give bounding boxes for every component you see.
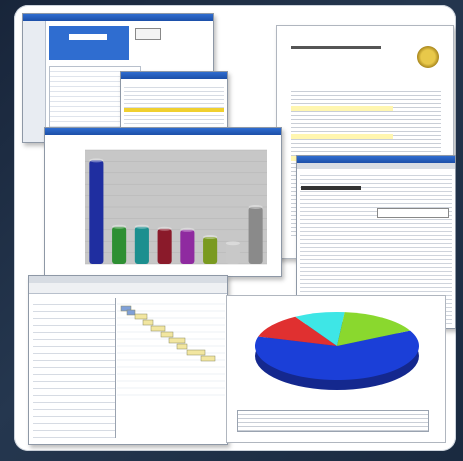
bar-chart — [85, 149, 267, 265]
bar-chart-window[interactable] — [44, 127, 282, 277]
bar-cap — [134, 224, 149, 229]
gantt-chart — [117, 303, 225, 396]
collage-card — [14, 5, 456, 451]
gantt-titlebar[interactable] — [29, 276, 227, 283]
bar-cap — [157, 226, 172, 231]
gantt-task-list — [33, 298, 116, 438]
report-heading — [291, 46, 381, 49]
gantt-window[interactable] — [28, 275, 228, 445]
gantt-bar — [160, 331, 174, 338]
bar — [157, 228, 172, 264]
gantt-bar — [186, 349, 206, 356]
gantt-bar — [142, 319, 154, 326]
bar-cap — [89, 158, 104, 163]
gantt-bar — [134, 313, 148, 320]
gold-seal-icon — [417, 46, 439, 68]
report-highlight-1 — [291, 106, 393, 111]
bar — [134, 226, 149, 264]
gantt-bar — [176, 343, 188, 350]
spreadsheet-bold-row — [301, 186, 361, 190]
gantt-bar — [168, 337, 186, 344]
table-window-highlight-row — [124, 108, 224, 112]
bar — [203, 237, 218, 264]
bar — [225, 243, 240, 264]
pie-legend-table — [237, 410, 429, 432]
bar — [89, 160, 104, 264]
bar-cap — [112, 224, 127, 229]
spreadsheet-toolbar — [297, 163, 455, 169]
pie-chart — [255, 312, 419, 390]
bar-chart-titlebar[interactable] — [45, 128, 281, 135]
gantt-bar — [126, 309, 136, 316]
spreadsheet-selected-cells[interactable] — [377, 208, 449, 218]
bar-cap — [203, 235, 218, 240]
bar-cap — [248, 205, 263, 209]
gantt-bar — [150, 325, 166, 332]
form-window-titlebar[interactable] — [23, 14, 213, 21]
spreadsheet-titlebar[interactable] — [297, 156, 455, 163]
pie-document — [226, 295, 446, 443]
form-window-button[interactable] — [135, 28, 161, 40]
report-highlight-2 — [291, 134, 393, 139]
gantt-bar — [200, 355, 216, 362]
form-window-header-panel — [49, 26, 129, 60]
bar — [248, 207, 263, 264]
form-window-field[interactable] — [69, 34, 107, 40]
bar-cap — [180, 227, 195, 232]
form-window-sidebar — [23, 21, 46, 142]
bar — [180, 229, 195, 264]
table-window-titlebar[interactable] — [121, 72, 227, 79]
gantt-toolbar — [29, 283, 227, 294]
bar — [112, 226, 127, 264]
bar-cap — [225, 241, 240, 246]
